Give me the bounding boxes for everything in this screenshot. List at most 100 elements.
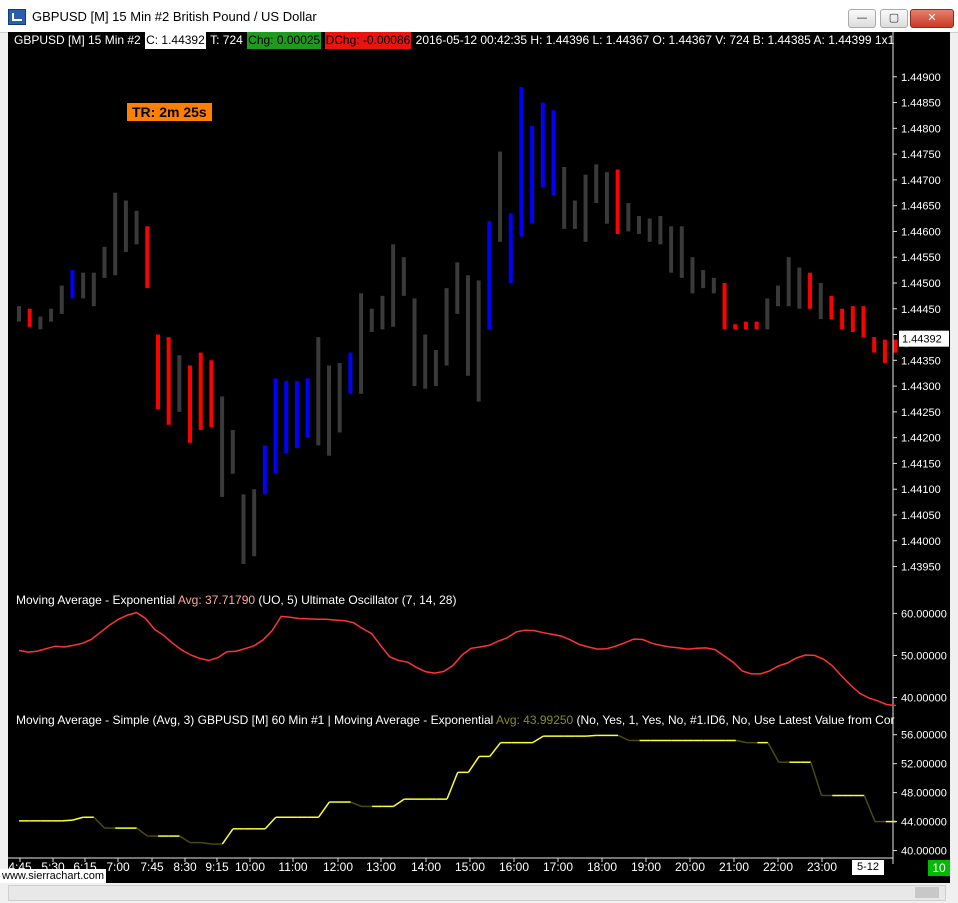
time-tick-label: 12:00 [323,860,353,874]
ma-tick-label: 44.00000 [901,817,947,829]
price-bar [872,337,877,353]
ma-tick-label: 56.00000 [901,730,947,742]
price-bar [604,172,609,224]
maximize-button[interactable]: ▢ [880,9,908,28]
price-bar [59,285,64,314]
watermark: www.sierrachart.com [0,869,107,883]
time-tick-label: 9:15 [205,860,229,874]
price-bar [102,246,107,278]
price-bar [572,200,577,229]
osc-tick-label: 60.00000 [901,608,947,620]
time-tick-label: 10:00 [235,860,265,874]
price-bar [113,192,118,276]
time-tick-label: 15:00 [455,860,485,874]
ma-segment [93,816,106,829]
ma-tick-label: 48.00000 [901,788,947,800]
ma-segment [72,816,84,821]
oscillator-line [18,611,896,707]
price-tick-label: 1.44700 [901,175,941,187]
close-button[interactable]: ✕ [910,9,954,28]
status-close: C: 1.44392 [145,32,206,49]
time-tick-label: 23:00 [807,860,837,874]
time-tick-label: 18:00 [587,860,617,874]
counter-badge[interactable]: 10 [928,860,950,876]
osc-value: Avg: 37.71790 [178,593,256,607]
ma-segment [863,795,876,822]
price-bar [230,429,235,474]
price-tick-label: 1.44500 [901,278,941,290]
horizontal-scrollbar[interactable] [8,885,946,901]
ma-segment [136,827,148,837]
price-bar [70,270,75,299]
ma-tick-label: 52.00000 [901,759,947,771]
price-bar [530,125,535,224]
price-bar [465,275,470,376]
price-bar [647,218,652,242]
price-tick-label: 1.44850 [901,98,941,110]
price-bar [743,321,748,330]
price-bar [893,339,898,353]
price-bar [626,203,631,232]
price-bar [679,226,684,278]
price-bar [38,316,43,330]
price-bar [177,355,182,412]
price-bar [433,350,438,387]
minimize-button[interactable]: — [848,9,876,28]
app-icon [8,9,26,25]
ma-segment [586,734,597,737]
price-tick-label: 1.44200 [901,433,941,445]
price-bar [882,339,887,363]
price-bar [540,102,545,188]
time-tick-label: 7:00 [106,860,130,874]
osc-title: Moving Average - Exponential [16,593,178,607]
price-bar [818,282,823,320]
price-bar [188,365,193,443]
ma-title: Moving Average - Simple (Avg, 3) GBPUSD … [16,713,496,727]
price-tick-label: 1.44550 [901,252,941,264]
ma-segment [735,739,747,744]
window-title: GBPUSD [M] 15 Min #2 British Pound / US … [32,9,317,24]
price-bar [17,306,21,322]
oscillator-header: Moving Average - Exponential Avg: 37.717… [16,593,456,607]
price-bar [733,324,738,330]
price-bar [252,489,257,557]
price-bar [498,151,503,242]
ma-header: Moving Average - Simple (Avg, 3) GBPUSD … [16,713,895,727]
time-remaining-badge: TR: 2m 25s [127,103,212,121]
price-tick-label: 1.44250 [901,407,941,419]
scrollbar-thumb[interactable] [915,887,939,898]
ma-segment [617,734,630,742]
ma-tail: (No, Yes, 1, Yes, No, #1.ID6, No, Use La… [573,713,894,727]
ma-value: Avg: 43.99250 [496,713,574,727]
ma-segment [489,742,502,757]
price-bar [123,200,128,253]
last-price-label: 1.44392 [902,334,942,346]
price-bar [316,337,321,446]
price-bar [401,257,406,296]
price-bar [380,295,385,330]
price-bar [220,396,225,497]
price-bar [423,334,428,389]
price-bar [551,110,556,196]
price-bar [134,210,139,245]
status-dchg: DChg: -0.00086 [324,32,412,49]
price-bar [808,272,813,309]
date-badge: 5-12 [852,860,885,875]
ma-segment [200,841,212,845]
price-bar [519,87,524,237]
price-bar [690,257,695,294]
ma-segment [810,761,823,796]
price-bar [701,270,706,289]
price-bar [508,213,513,283]
price-bar [840,308,845,330]
price-tick-label: 1.44650 [901,201,941,213]
price-bar [786,257,791,307]
price-bar [487,221,492,330]
price-bar [797,267,802,309]
chart-area[interactable]: 1.44900 1.44850 1.44800 1.44750 1.44700 1.446… [8,32,950,883]
price-bar [327,365,332,456]
chart-svg[interactable]: 1.44900 1.44850 1.44800 1.44750 1.44700 1.446… [8,32,950,883]
price-tick-label: 1.44000 [901,536,941,548]
time-tick-label: 7:45 [140,860,164,874]
price-bar [562,166,567,229]
